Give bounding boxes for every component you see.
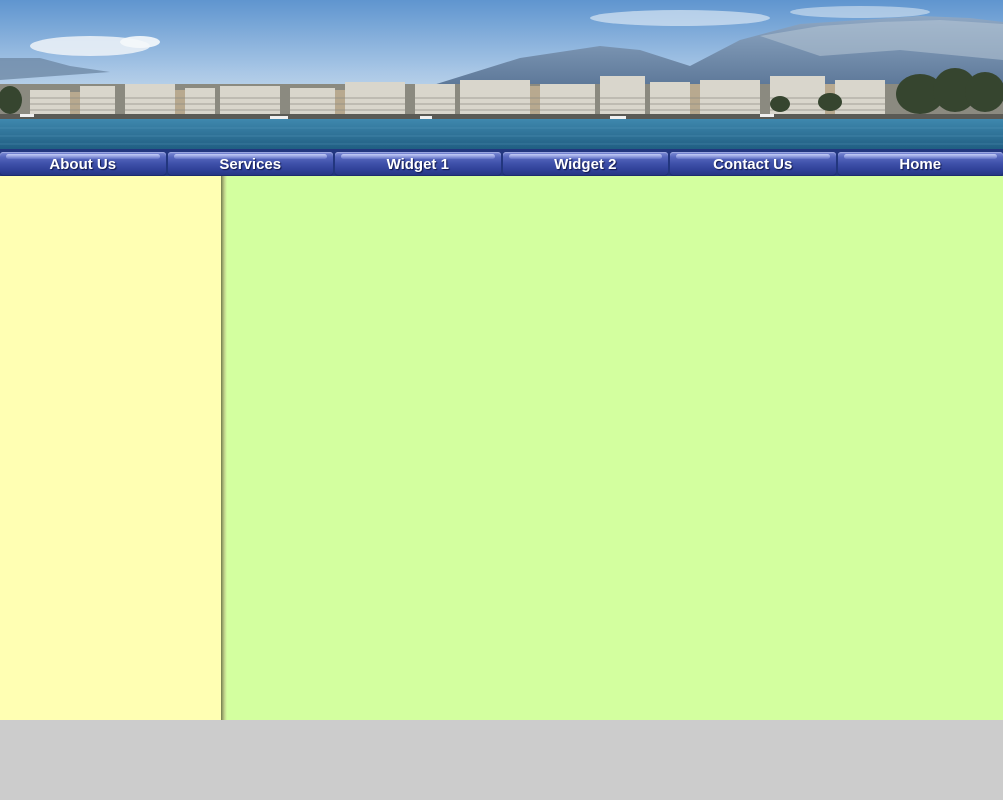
main-nav: About Us Services Widget 1 Widget 2 Cont… — [0, 152, 1003, 176]
nav-contact-us-label: Contact Us — [713, 156, 793, 173]
nav-about-us-label: About Us — [49, 156, 117, 173]
nav-contact-us[interactable]: Contact Us — [670, 152, 836, 176]
nav-widget-1-label: Widget 1 — [386, 156, 449, 173]
nav-widget-1[interactable]: Widget 1 — [335, 152, 501, 176]
left-sidebar — [0, 176, 221, 720]
page-footer-area — [0, 720, 1003, 800]
main-content — [227, 176, 1003, 720]
nav-home-label: Home — [899, 156, 942, 173]
nav-widget-2[interactable]: Widget 2 — [502, 152, 668, 176]
nav-about-us[interactable]: About Us — [0, 152, 166, 176]
nav-services-label: Services — [219, 156, 282, 173]
header-banner-image — [0, 0, 1003, 152]
nav-services[interactable]: Services — [167, 152, 333, 176]
nav-home[interactable]: Home — [837, 152, 1003, 176]
nav-widget-2-label: Widget 2 — [554, 156, 617, 173]
